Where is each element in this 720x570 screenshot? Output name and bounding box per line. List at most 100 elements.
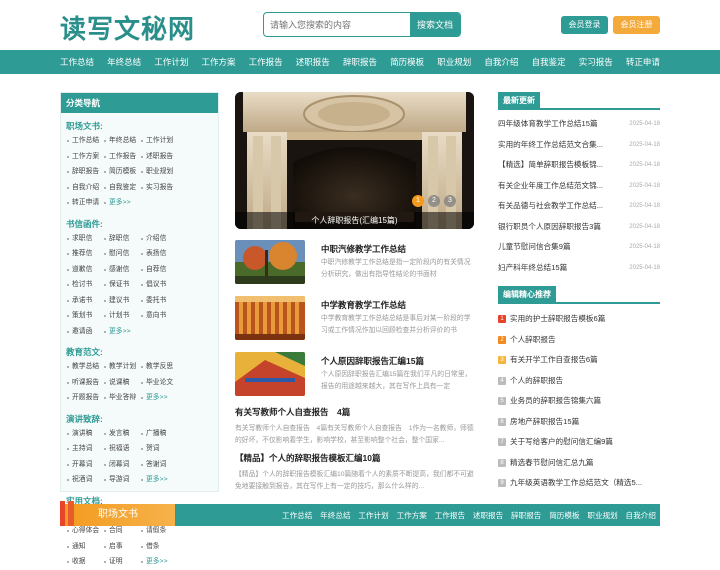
category-link[interactable]: 祝酒词 <box>66 472 103 488</box>
nav-item[interactable]: 工作报告 <box>249 56 283 68</box>
category-link[interactable]: 感谢信 <box>103 262 140 278</box>
news-item[interactable]: 儿童节慰问信合集9篇 2025-04-18 <box>498 237 660 258</box>
category-link[interactable]: 表扬信 <box>140 246 177 262</box>
category-link[interactable]: 贺词 <box>140 441 177 457</box>
article-item[interactable]: 中职汽修教学工作总结 中职汽修教学工作总结是指一定阶段内的有关情况分析研究，做出… <box>235 240 474 288</box>
nav-item[interactable]: 辞职报告 <box>343 56 377 68</box>
category-link[interactable]: 介绍信 <box>140 231 177 247</box>
nav-item[interactable]: 简历模板 <box>390 56 424 68</box>
article-title[interactable]: 个人原因辞职报告汇编15篇 <box>321 355 424 367</box>
category-link[interactable]: 主持词 <box>66 441 103 457</box>
nav-item[interactable]: 自我介绍 <box>484 56 518 68</box>
news-item[interactable]: 实用的年终工作总结范文合集... 2025-04-18 <box>498 135 660 156</box>
recommend-title[interactable]: 实用的护士辞职报告模板6篇 <box>510 314 605 323</box>
category-link[interactable]: 教学总结 <box>66 359 103 375</box>
recommend-item[interactable]: 6 房地产辞职报告15篇 <box>498 412 660 433</box>
category-link[interactable]: 答谢词 <box>140 457 177 473</box>
news-title[interactable]: 妇产科年终总结15篇 <box>498 258 608 279</box>
category-link[interactable]: 毕业答辩 <box>103 390 140 406</box>
category-link[interactable]: 简历模板 <box>103 164 140 180</box>
category-link[interactable]: 开题报告 <box>66 390 103 406</box>
category-link[interactable]: 通知 <box>66 539 103 555</box>
category-link[interactable]: 工作计划 <box>140 133 177 149</box>
category-link[interactable]: 说课稿 <box>103 375 140 391</box>
category-title[interactable]: 演讲致辞: <box>66 412 213 426</box>
news-title[interactable]: 银行职员个人原因辞职报告3篇 <box>498 217 608 238</box>
category-link[interactable]: 意向书 <box>140 308 177 324</box>
category-link[interactable]: 演讲稿 <box>66 426 103 442</box>
category-title[interactable]: 职场文书: <box>66 119 213 133</box>
category-link[interactable]: 广播稿 <box>140 426 177 442</box>
category-link[interactable]: 检讨书 <box>66 277 103 293</box>
article-thumbnail[interactable] <box>235 352 305 396</box>
nav-item[interactable]: 述职报告 <box>296 56 330 68</box>
category-link[interactable]: 保证书 <box>103 277 140 293</box>
recommend-item[interactable]: 1 实用的护士辞职报告模板6篇 <box>498 309 660 330</box>
recommend-title[interactable]: 九年级英语教学工作总结范文（精选5... <box>510 478 642 487</box>
nav-item[interactable]: 工作计划 <box>154 56 188 68</box>
category-link[interactable]: 更多>> <box>103 324 140 340</box>
login-button[interactable]: 会员登录 <box>561 16 608 34</box>
category-link[interactable]: 开幕词 <box>66 457 103 473</box>
nav-item[interactable]: 年终总结 <box>107 56 141 68</box>
news-item[interactable]: 有关品德与社会教学工作总结... 2025-04-18 <box>498 196 660 217</box>
bottom-nav-item[interactable]: 职业规划 <box>587 510 617 521</box>
news-title[interactable]: 儿童节慰问信合集9篇 <box>498 237 608 258</box>
bottom-nav-item[interactable]: 工作报告 <box>435 510 465 521</box>
category-link[interactable]: 邀请函 <box>66 324 103 340</box>
news-title[interactable]: 有关品德与社会教学工作总结... <box>498 196 608 217</box>
news-item[interactable]: 妇产科年终总结15篇 2025-04-18 <box>498 258 660 279</box>
category-link[interactable]: 发言稿 <box>103 426 140 442</box>
news-item[interactable]: 有关企业年度工作总结范文锦... 2025-04-18 <box>498 176 660 197</box>
news-title[interactable]: 四年级体育教学工作总结15篇 <box>498 114 608 135</box>
article-item[interactable]: 个人原因辞职报告汇编15篇 个人原因辞职报告汇编15篇在我们平凡的日常里，报告的… <box>235 352 474 400</box>
category-link[interactable]: 更多>> <box>103 195 140 211</box>
category-link[interactable]: 慰问信 <box>103 246 140 262</box>
category-link[interactable]: 道歉信 <box>66 262 103 278</box>
news-title[interactable]: 有关企业年度工作总结范文锦... <box>498 176 608 197</box>
bottom-nav-item[interactable]: 工作总结 <box>282 510 312 521</box>
category-link[interactable]: 计划书 <box>103 308 140 324</box>
category-link[interactable]: 委托书 <box>140 293 177 309</box>
bottom-nav-item[interactable]: 自我介绍 <box>626 510 656 521</box>
search-input[interactable] <box>264 13 410 36</box>
category-link[interactable]: 自我介绍 <box>66 180 103 196</box>
category-link[interactable]: 借条 <box>140 539 177 555</box>
category-link[interactable]: 教学计划 <box>103 359 140 375</box>
category-link[interactable]: 求职信 <box>66 231 103 247</box>
bottom-nav-item[interactable]: 年终总结 <box>320 510 350 521</box>
category-link[interactable]: 自我鉴定 <box>103 180 140 196</box>
category-link[interactable]: 年终总结 <box>103 133 140 149</box>
slider-dot[interactable]: 2 <box>428 195 440 207</box>
category-link[interactable]: 实习报告 <box>140 180 177 196</box>
slider-dot[interactable]: 3 <box>444 195 456 207</box>
recommend-item[interactable]: 5 业务员的辞职报告锦集六篇 <box>498 391 660 412</box>
category-link[interactable]: 倡议书 <box>140 277 177 293</box>
category-link[interactable]: 建议书 <box>103 293 140 309</box>
nav-item[interactable]: 职业规划 <box>437 56 471 68</box>
article-title[interactable]: 中职汽修教学工作总结 <box>321 243 406 255</box>
category-link[interactable]: 辞职报告 <box>66 164 103 180</box>
category-link[interactable]: 工作总结 <box>66 133 103 149</box>
bottom-nav-item[interactable]: 述职报告 <box>473 510 503 521</box>
site-logo[interactable]: 读写文秘网 <box>60 9 195 46</box>
bottom-nav-item[interactable]: 工作方案 <box>397 510 427 521</box>
recommend-item[interactable]: 3 有关开学工作自查报告6篇 <box>498 350 660 371</box>
recommend-title[interactable]: 有关开学工作自查报告6篇 <box>510 355 598 364</box>
article-thumbnail[interactable] <box>235 296 305 340</box>
text-article-title[interactable]: 有关写教师个人自查报告 4篇 <box>235 406 474 418</box>
text-article[interactable]: 有关写教师个人自查报告 4篇 有关写教师个人自查报告 4篇有关写教师个人自查报告… <box>235 406 474 447</box>
category-link[interactable]: 转正申请 <box>66 195 103 211</box>
category-link[interactable]: 更多>> <box>140 390 177 406</box>
category-link[interactable]: 启事 <box>103 539 140 555</box>
recommend-title[interactable]: 精选春节慰问信汇总九篇 <box>510 458 594 467</box>
category-link[interactable]: 更多>> <box>140 554 177 570</box>
news-item[interactable]: 【精选】简单辞职报告模板锦... 2025-04-18 <box>498 155 660 176</box>
category-link[interactable]: 教学反思 <box>140 359 177 375</box>
category-link[interactable]: 推荐信 <box>66 246 103 262</box>
nav-item[interactable]: 转正申请 <box>626 56 660 68</box>
news-item[interactable]: 银行职员个人原因辞职报告3篇 2025-04-18 <box>498 217 660 238</box>
category-link[interactable]: 导游词 <box>103 472 140 488</box>
category-link[interactable]: 承诺书 <box>66 293 103 309</box>
featured-slider[interactable]: 123 个人辞职报告(汇编15篇) <box>235 92 474 229</box>
